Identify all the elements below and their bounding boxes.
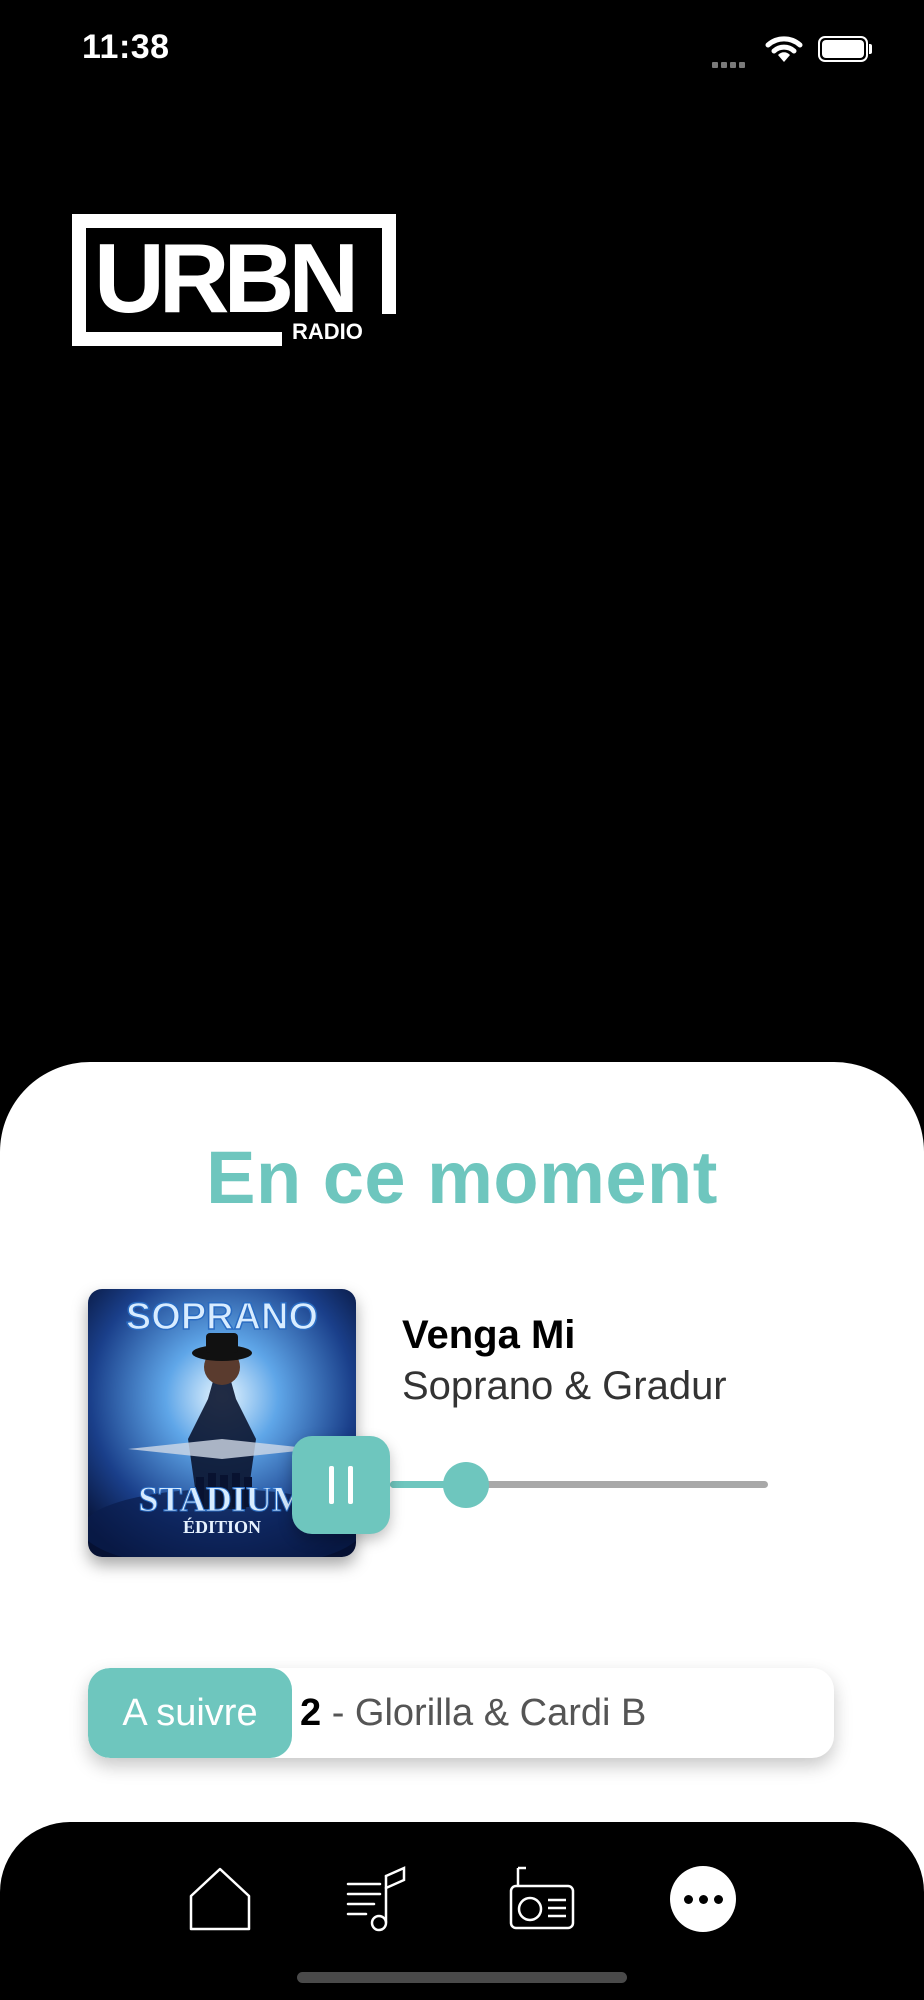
radio-icon[interactable] [508,1866,576,1932]
up-next-text: - Glorilla & Cardi B [321,1692,647,1734]
track-title: Venga Mi [402,1313,576,1357]
battery-icon [818,36,872,62]
up-next-card[interactable]: 2 - Glorilla & Cardi B A suivre [88,1668,834,1758]
home-indicator [297,1972,627,1983]
album-top-text: SOPRANO [126,1296,318,1338]
logo-wordmark: URBN [94,223,353,333]
up-next-track: 2 - Glorilla & Cardi B [300,1668,647,1758]
urbn-radio-logo: URBN RADIO [72,214,396,346]
status-time: 11:38 [82,28,170,66]
more-icon[interactable] [670,1866,736,1932]
album-bottom-text: STADIUM [138,1479,305,1519]
pause-button[interactable] [292,1436,390,1534]
home-icon[interactable] [188,1866,252,1932]
status-bar: 11:38 [0,0,924,100]
section-title: En ce moment [206,1136,718,1219]
album-sub-text: ÉDITION [183,1516,261,1537]
progress-thumb[interactable] [442,1462,489,1508]
track-artist: Soprano & Gradur [402,1364,727,1408]
up-next-lead: 2 [300,1692,322,1734]
logo-subtext: RADIO [292,319,363,344]
wifi-icon [765,36,803,62]
music-list-icon[interactable] [346,1866,408,1932]
up-next-label: A suivre [88,1668,292,1758]
progress-slider[interactable] [390,1462,768,1508]
cellular-signal-icon [712,55,748,73]
pause-icon [329,1466,334,1504]
